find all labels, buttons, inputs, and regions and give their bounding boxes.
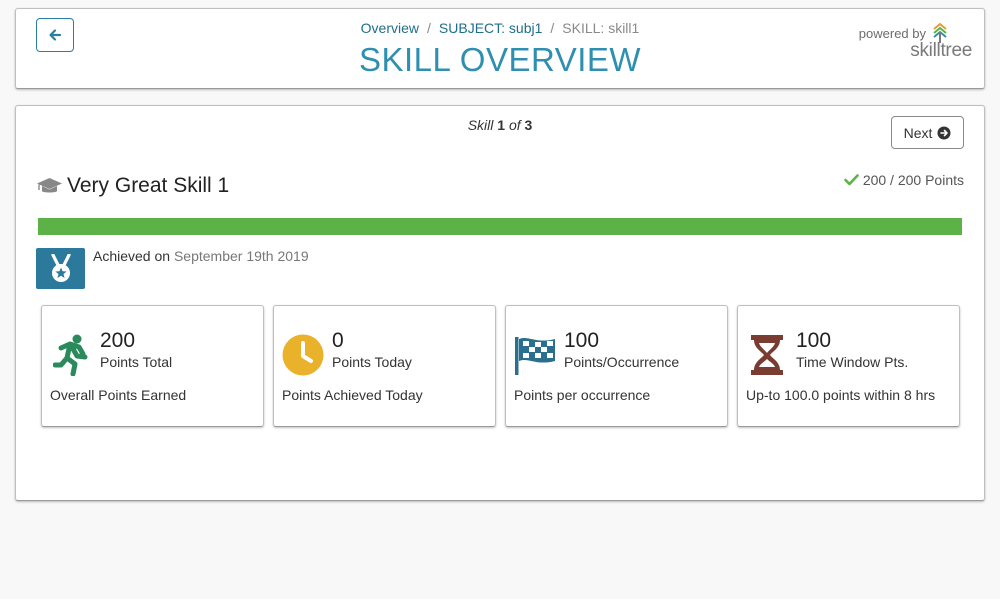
stat-card-points-occurrence: 100 Points/Occurrence Points per occurre… [505, 305, 728, 427]
breadcrumb-separator: / [550, 20, 555, 36]
skill-card: Skill 1 of 3 Next Very Great Skill 1 200… [15, 105, 985, 501]
achieved-label: Achieved on [93, 248, 171, 264]
stat-value: 200 [100, 329, 136, 352]
clock-icon [282, 333, 324, 377]
graduation-cap-icon [37, 178, 62, 193]
skilltree-logo-text: skilltree [910, 40, 972, 61]
skill-progress-bar [38, 218, 962, 235]
breadcrumb-separator: / [427, 20, 431, 36]
header-card: Overview / SUBJECT: subj1 / SKILL: skill1 SK… [15, 8, 985, 89]
page-title: SKILL OVERVIEW [358, 41, 642, 78]
medal-icon [50, 253, 71, 282]
skill-name: Very Great Skill 1 [67, 174, 230, 197]
breadcrumb: Overview / SUBJECT: subj1 / SKILL: skill1 [16, 19, 984, 37]
achievement-text: Achieved on September 19th 2019 [93, 248, 309, 264]
stat-description: Overall Points Earned [50, 387, 187, 403]
stat-description: Up-to 100.0 points within 8 hrs [746, 387, 936, 403]
hourglass-icon [746, 333, 788, 377]
points-summary-text: 200 / 200 Points [862, 172, 964, 188]
stat-description: Points per occurrence [514, 387, 651, 403]
stats-row: 200 Points Total Overall Points Earned 0… [41, 305, 960, 427]
checkered-flag-icon [514, 333, 556, 377]
stat-value: 100 [796, 329, 832, 352]
skill-title: Very Great Skill 1 [36, 174, 229, 198]
stat-value: 100 [564, 329, 600, 352]
stat-value: 0 [332, 329, 344, 352]
skill-progress-fill [38, 218, 962, 235]
achievement-badge [36, 248, 85, 289]
stat-label: Points Today [332, 354, 412, 370]
skill-pager: Skill 1 of 3 [16, 117, 984, 133]
pager-prefix: Skill [467, 117, 494, 133]
points-summary: 200 / 200 Points [844, 172, 964, 188]
check-icon [844, 174, 859, 186]
breadcrumb-subject[interactable]: SUBJECT: subj1 [439, 20, 542, 36]
next-label: Next [903, 124, 933, 141]
stat-card-points-today: 0 Points Today Points Achieved Today [273, 305, 496, 427]
next-button[interactable]: Next [891, 116, 964, 149]
stat-label: Points Total [100, 354, 173, 370]
stat-description: Points Achieved Today [282, 387, 423, 403]
pager-total: 3 [524, 117, 533, 133]
stat-card-points-total: 200 Points Total Overall Points Earned [41, 305, 264, 427]
achieved-date: September 19th 2019 [173, 248, 309, 264]
stat-card-time-window: 100 Time Window Pts. Up-to 100.0 points … [737, 305, 960, 427]
breadcrumb-overview[interactable]: Overview [361, 20, 419, 36]
arrow-circle-right-icon [937, 126, 951, 139]
pager-current: 1 [497, 117, 506, 133]
running-person-icon [50, 333, 92, 377]
breadcrumb-skill: SKILL: skill1 [562, 20, 640, 36]
stat-label: Time Window Pts. [796, 354, 909, 370]
pager-of: of [508, 117, 521, 133]
powered-by-text: powered by [858, 26, 926, 41]
stat-label: Points/Occurrence [564, 354, 680, 370]
